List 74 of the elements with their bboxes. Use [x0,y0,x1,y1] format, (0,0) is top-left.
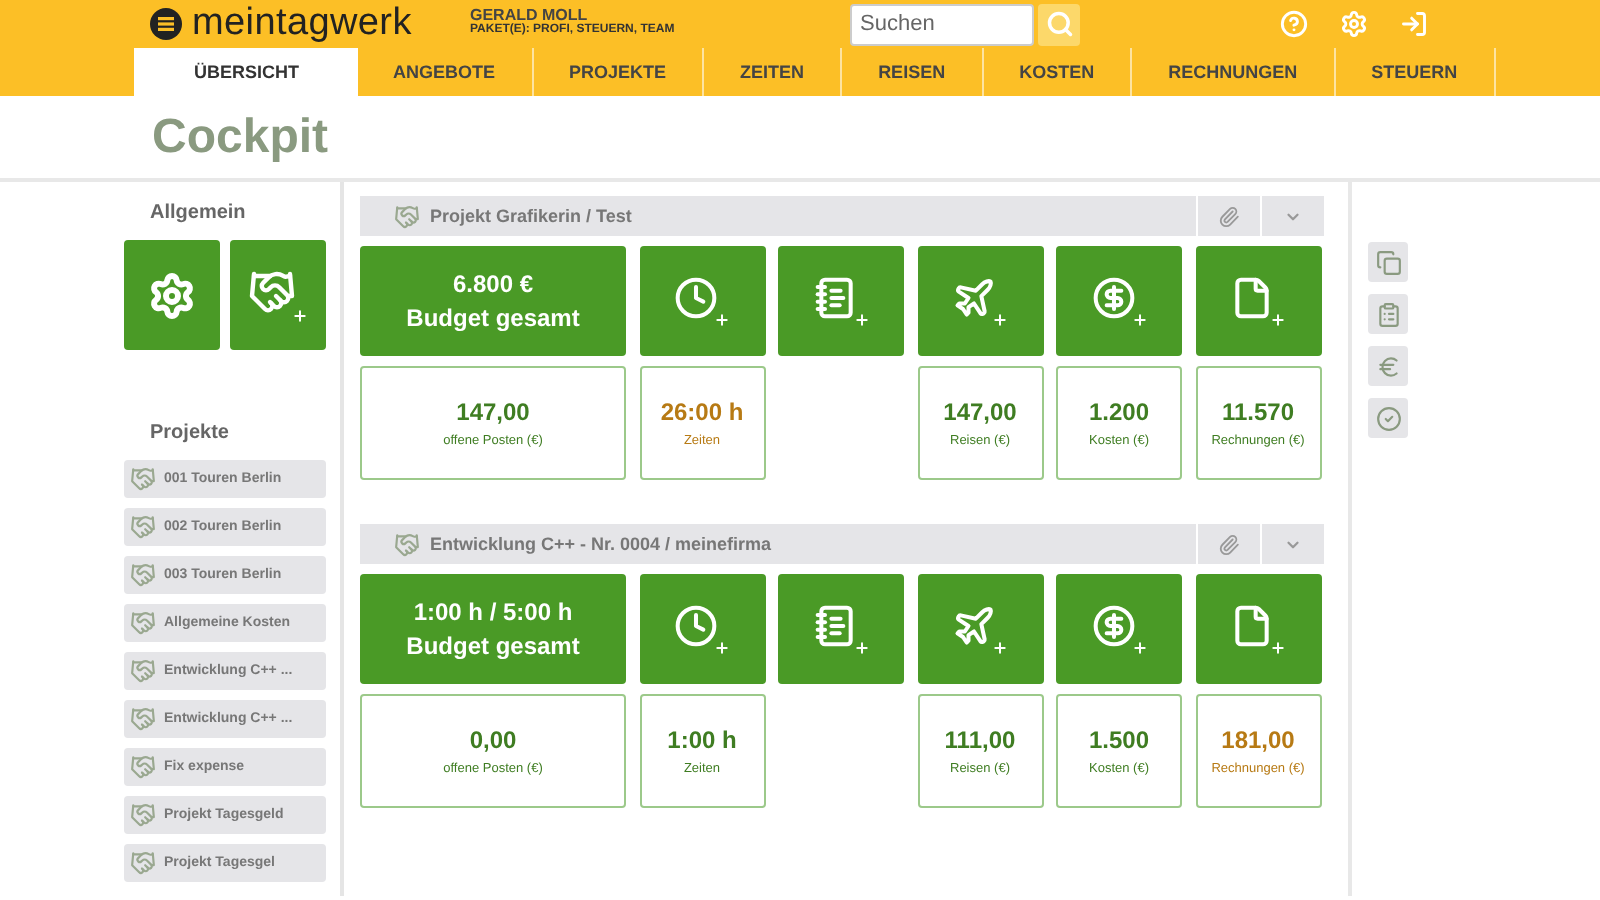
document-plus-icon [1230,603,1286,655]
user-name: GERALD MOLL [470,5,590,23]
budget-tile[interactable]: 1:00 h / 5:00 h Budget gesamt [360,574,626,684]
add-tile[interactable] [1056,574,1182,684]
logo-icon [150,8,182,40]
check-button[interactable] [1368,398,1408,438]
section-title: Projekte [150,422,231,444]
search-field[interactable]: Suchen [850,3,1034,45]
euro-icon [1375,353,1401,379]
handshake-plus-icon [248,267,308,323]
handshake-icon [130,850,156,876]
nav-tab[interactable]: ANGEBOTE [357,48,534,96]
clipboard-icon [1375,301,1401,327]
nav-tab[interactable]: KOSTEN [983,48,1133,96]
dollar-plus-icon [1091,603,1147,655]
nav-tab[interactable]: REISEN [842,48,984,96]
stat-value: 147,00 [943,398,1017,426]
stat-value: 111,00 [944,726,1016,754]
euro-button[interactable] [1368,346,1408,386]
handshake-icon [130,562,156,588]
handshake-icon [130,658,156,684]
nav-tab[interactable]: ZEITEN [704,48,843,96]
list-plus-icon [813,275,869,327]
handshake-icon [394,203,420,229]
add-tile[interactable] [1056,246,1182,356]
page-title: Cockpit [152,109,329,165]
budget-tile[interactable]: 6.800 € Budget gesamt [360,246,626,356]
stat-value: 0,00 [469,726,517,754]
list-plus-icon [813,603,869,655]
add-tile[interactable] [1195,246,1321,356]
document-plus-icon [1230,275,1286,327]
stat-value: 1.200 [1088,398,1150,426]
add-tile[interactable] [778,574,904,684]
add-tile[interactable] [917,574,1043,684]
nav-tab[interactable]: ÜBERSICHT [134,48,358,96]
nav-tab[interactable]: RECHNUNGEN [1132,48,1336,96]
paperclip-icon [1218,533,1240,555]
handshake-icon [130,706,156,732]
add-tile[interactable] [917,246,1043,356]
stat-value: 1:00 h [667,726,737,754]
handshake-icon [394,531,420,557]
settings-tile[interactable] [124,240,220,350]
stat-value: 11.570 [1221,398,1295,426]
stat-value: 26:00 h [660,398,744,426]
new-project-tile[interactable] [230,240,326,350]
nav-tab[interactable]: PROJEKTE [533,48,705,96]
project-name[interactable]: Projekt Grafikerin / Test [360,196,1196,236]
stat-value: 181,00 [1221,726,1295,754]
handshake-icon [130,466,156,492]
nav-tab[interactable]: STEUERN [1335,48,1496,96]
logo-text: meintagwerk [192,2,412,46]
stat-value: 1.500 [1088,726,1150,754]
documents-button[interactable] [1368,242,1408,282]
clock-plus-icon [674,275,730,327]
documents-icon [1375,249,1401,275]
handshake-icon [130,754,156,780]
add-tile[interactable] [1195,574,1321,684]
handshake-icon [130,802,156,828]
clipboard-button[interactable] [1368,294,1408,334]
settings-icon [148,271,196,319]
dollar-plus-icon [1091,275,1147,327]
project-name[interactable]: Entwicklung C++ - Nr. 0004 / meinefirma [360,524,1196,564]
handshake-icon [130,514,156,540]
add-tile[interactable] [639,574,765,684]
plane-plus-icon [952,275,1008,327]
stat-value: 147,00 [456,398,530,426]
section-title: Allgemein [150,202,248,224]
plane-plus-icon [952,603,1008,655]
add-tile[interactable] [778,246,904,356]
check-icon [1375,405,1401,431]
paperclip-icon [1218,205,1240,227]
add-tile[interactable] [639,246,765,356]
handshake-icon [130,610,156,636]
clock-plus-icon [674,603,730,655]
